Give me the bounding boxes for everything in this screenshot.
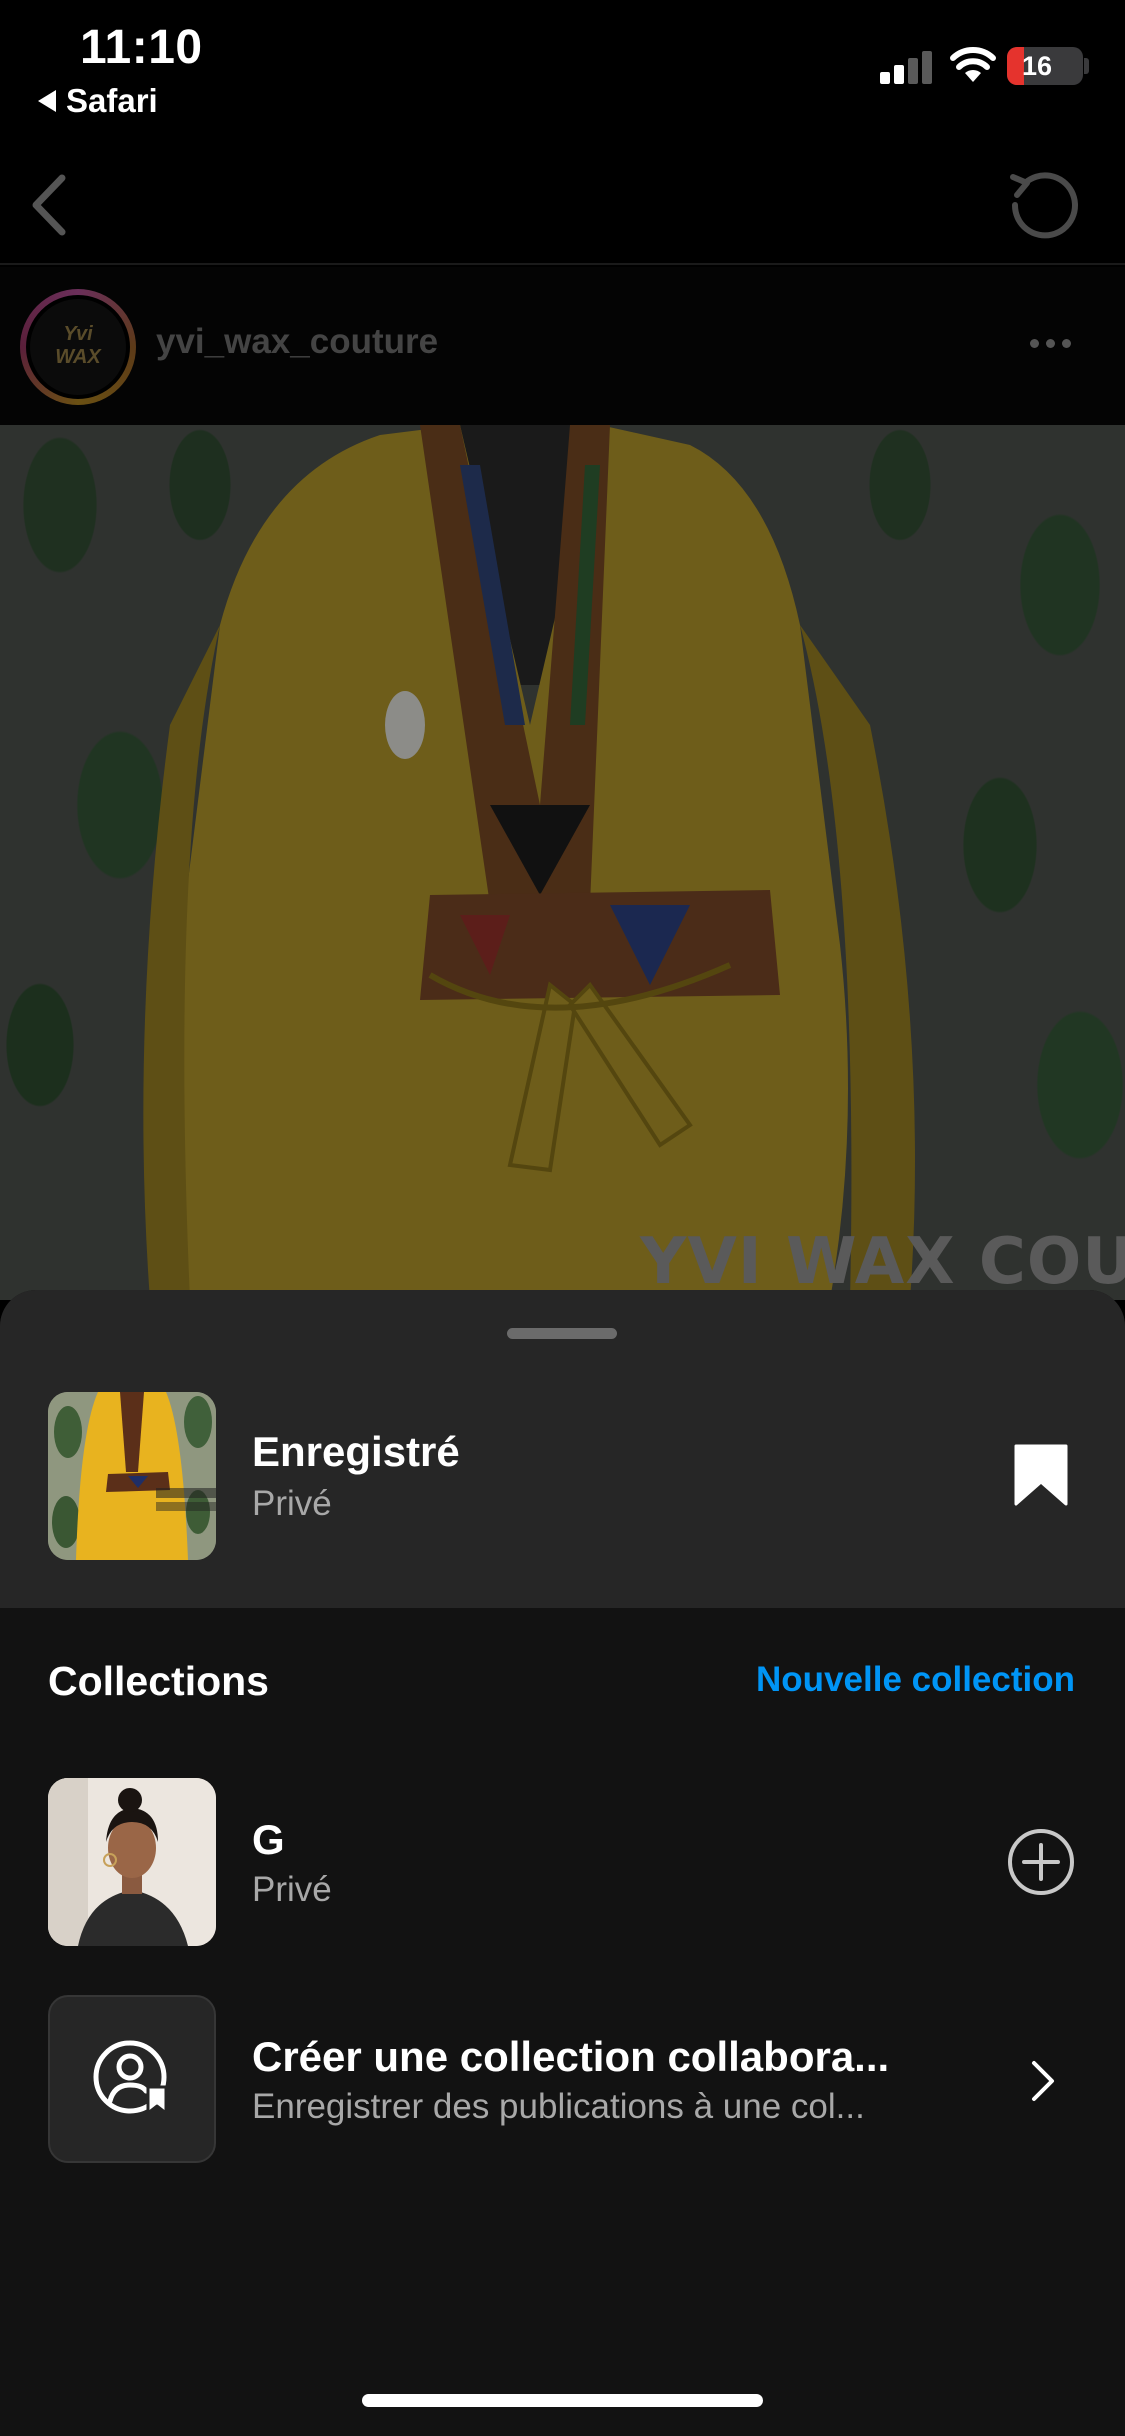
collection-description: Enregistrer des publications à une col..…	[252, 2087, 865, 2126]
saved-privacy: Privé	[252, 1484, 332, 1523]
avatar-logo-text: Yvi WAX	[55, 323, 101, 368]
collaborative-collection-thumbnail	[48, 1995, 216, 2163]
bookmark-filled-icon[interactable]	[1014, 1444, 1068, 1506]
post-username[interactable]: yvi_wax_couture	[156, 322, 438, 362]
chevron-left-icon[interactable]	[24, 170, 74, 240]
person-bookmark-icon	[93, 2040, 168, 2115]
post-nav-bar	[0, 140, 1125, 265]
collection-name: Créer une collection collabora...	[252, 2033, 890, 2080]
more-dots-icon[interactable]	[1030, 339, 1071, 348]
status-bar: 11:10 Safari 16	[0, 0, 1125, 140]
cellular-signal-icon	[880, 50, 934, 84]
back-app-label: Safari	[66, 82, 158, 119]
saved-title: Enregistré	[252, 1428, 460, 1475]
post-header: Yvi WAX yvi_wax_couture	[0, 267, 1125, 425]
chevron-right-icon[interactable]	[1024, 2057, 1060, 2105]
post-image: YVI WAX COUTUR	[0, 425, 1125, 1300]
saved-row[interactable]: Enregistré Privé	[0, 1290, 1125, 1608]
home-indicator[interactable]	[362, 2394, 763, 2407]
collection-name: G	[252, 1816, 285, 1863]
back-to-safari-link[interactable]: Safari	[38, 82, 158, 120]
new-collection-button[interactable]: Nouvelle collection	[720, 1660, 1075, 1700]
image-watermark: YVI WAX COUTUR	[640, 1225, 1125, 1299]
collections-heading: Collections	[48, 1658, 269, 1704]
battery-icon: 16	[1007, 47, 1083, 85]
avatar[interactable]: Yvi WAX	[20, 289, 136, 405]
status-time: 11:10	[80, 21, 203, 74]
collection-thumbnail	[48, 1778, 216, 1946]
battery-level: 16	[1022, 51, 1053, 81]
save-to-collection-sheet: Enregistré Privé Collections Nouvelle co…	[0, 1290, 1125, 2436]
plus-circle-icon[interactable]	[1006, 1827, 1076, 1897]
collection-item-g[interactable]: G Privé	[0, 1778, 1125, 1948]
sheet-grabber[interactable]	[507, 1328, 617, 1339]
wifi-icon	[950, 47, 996, 82]
create-collaborative-collection-item[interactable]: Créer une collection collabora... Enregi…	[0, 1995, 1125, 2165]
refresh-icon[interactable]	[1005, 165, 1080, 240]
collection-privacy: Privé	[252, 1870, 332, 1909]
back-triangle-icon	[38, 90, 56, 112]
dress-illustration	[143, 425, 915, 1300]
saved-post-thumbnail	[48, 1392, 216, 1560]
background-post: Yvi WAX yvi_wax_couture YVI WAX COU	[0, 140, 1125, 1300]
